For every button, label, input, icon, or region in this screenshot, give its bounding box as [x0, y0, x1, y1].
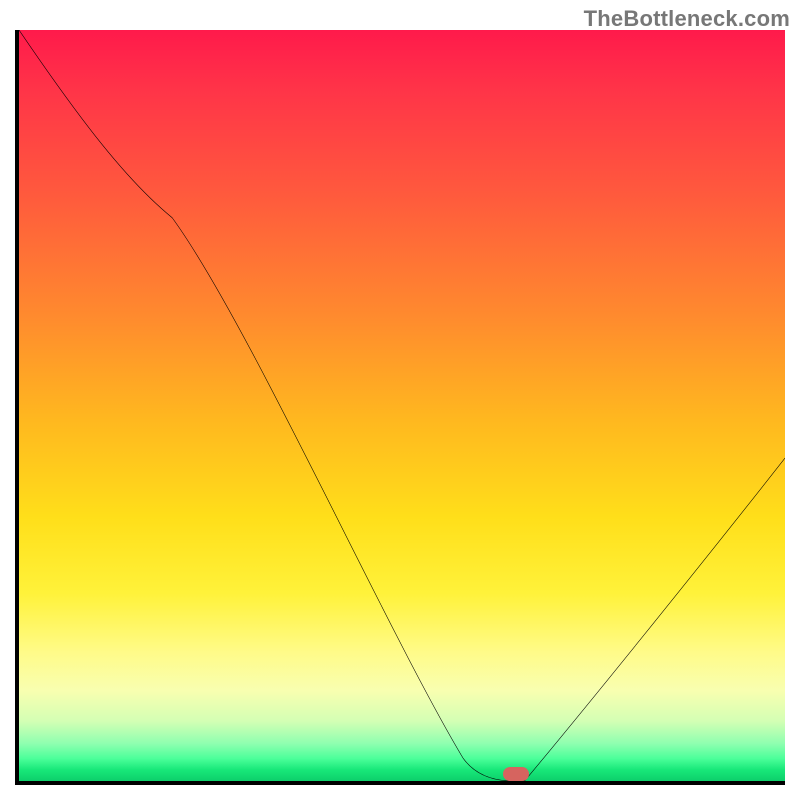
- bottleneck-curve: [19, 30, 785, 781]
- watermark-label: TheBottleneck.com: [584, 6, 790, 32]
- optimal-marker: [503, 767, 529, 781]
- plot-area: [15, 30, 785, 785]
- chart-container: TheBottleneck.com: [0, 0, 800, 800]
- curve-path: [19, 30, 785, 781]
